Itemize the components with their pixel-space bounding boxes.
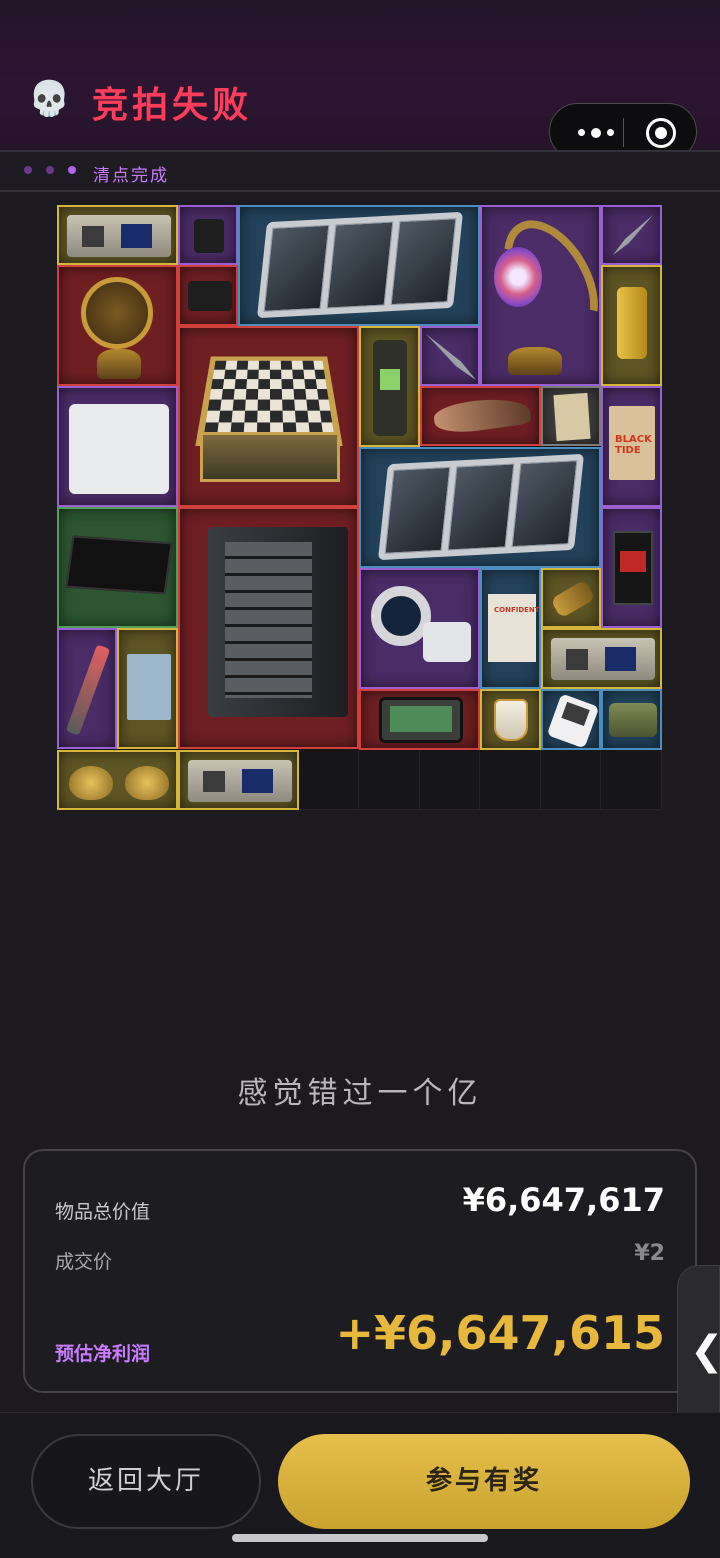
item-ration-can[interactable] xyxy=(601,689,662,750)
spearhead-icon xyxy=(426,334,476,380)
handheld-device-icon xyxy=(188,760,292,802)
scope-icon xyxy=(371,586,431,646)
can-icon xyxy=(609,703,657,737)
item-handheld-device[interactable] xyxy=(541,628,662,689)
back-to-lobby-button[interactable]: 返回大厅 xyxy=(31,1434,261,1529)
tablet-icon xyxy=(379,697,463,743)
item-confidential-file[interactable]: CONFIDENTIAL xyxy=(480,568,541,689)
target-icon[interactable] xyxy=(646,118,676,148)
chevron-left-icon: ❮ xyxy=(690,1328,720,1374)
page-title: 竞拍失败 xyxy=(92,85,253,126)
mp3-icon xyxy=(546,693,599,748)
item-handheld-device[interactable] xyxy=(57,205,178,265)
item-tablet[interactable] xyxy=(359,689,480,750)
item-chess-set[interactable] xyxy=(178,326,359,507)
battery-icon xyxy=(550,579,596,619)
item-claw-fossil[interactable] xyxy=(420,386,541,446)
status-bar: 清点完成 xyxy=(0,150,720,192)
handheld-device-icon xyxy=(67,215,171,257)
solar-panel-icon xyxy=(377,453,585,561)
item-mp3-player[interactable] xyxy=(541,689,601,750)
empty-slot xyxy=(601,750,662,810)
item-knife[interactable] xyxy=(601,205,662,265)
sphere-stand-icon xyxy=(97,349,141,379)
chess-box-icon xyxy=(200,432,340,482)
item-spotting-scope[interactable] xyxy=(359,568,480,689)
lamp-base-icon xyxy=(508,347,562,375)
empty-slot xyxy=(541,750,601,810)
deal-price-value: ¥2 xyxy=(634,1241,665,1266)
sunglasses-right-icon xyxy=(125,766,169,800)
item-moon-lamp[interactable] xyxy=(480,205,601,386)
item-centrifuge[interactable] xyxy=(57,386,178,507)
psu-icon xyxy=(65,535,173,595)
capsule-divider xyxy=(623,118,624,147)
centrifuge-icon xyxy=(69,404,169,494)
total-value: ¥6,647,617 xyxy=(462,1181,665,1219)
item-tactical-clip[interactable] xyxy=(178,205,238,265)
item-black-tide-book[interactable]: BLACK TIDE xyxy=(601,386,662,507)
notebook-icon xyxy=(127,654,171,720)
tagline: 感觉错过一个亿 xyxy=(237,1076,483,1111)
book-title-text: BLACK TIDE xyxy=(615,434,652,456)
profit-label: 预估净利润 xyxy=(55,1343,151,1365)
empty-slot xyxy=(480,750,541,810)
item-notebook[interactable] xyxy=(117,628,178,749)
join-reward-button[interactable]: 参与有奖 xyxy=(278,1434,690,1529)
item-armillary-sphere[interactable] xyxy=(57,265,178,386)
home-indicator[interactable] xyxy=(232,1534,488,1542)
armillary-sphere-icon xyxy=(81,277,153,349)
sunglasses-left-icon xyxy=(69,766,113,800)
file-icon: CONFIDENTIAL xyxy=(488,594,539,662)
item-porcelain-cup[interactable] xyxy=(480,689,541,750)
server-icon xyxy=(208,527,348,717)
item-pipe-wrench[interactable] xyxy=(57,628,117,749)
profit-value: +¥6,647,615 xyxy=(335,1306,665,1360)
meter-icon xyxy=(423,622,471,662)
pouch-icon xyxy=(613,531,653,605)
inventory-grid: BLACK TIDE CONFIDENTIAL xyxy=(57,205,662,810)
item-fuel-tank[interactable] xyxy=(601,265,662,386)
deal-price-label: 成交价 xyxy=(55,1251,113,1273)
header: 💀 竞拍失败 xyxy=(0,0,720,160)
item-wrist-strap[interactable] xyxy=(178,265,238,326)
lamp-icon xyxy=(494,247,542,307)
item-spearhead[interactable] xyxy=(420,326,480,386)
progress-dots xyxy=(24,166,76,174)
cup-icon xyxy=(494,699,528,741)
item-paper-note[interactable] xyxy=(541,386,601,446)
item-handheld-device[interactable] xyxy=(178,750,299,810)
tank-icon xyxy=(617,287,647,359)
paper-icon xyxy=(553,392,591,442)
knife-icon xyxy=(613,215,653,255)
empty-slot xyxy=(359,750,420,810)
wrench-icon xyxy=(65,644,111,736)
item-supply-pouch[interactable] xyxy=(601,507,662,628)
item-solar-panel[interactable] xyxy=(359,447,601,568)
item-sunglasses[interactable] xyxy=(57,750,178,810)
item-power-supply[interactable] xyxy=(57,507,178,628)
status-text: 清点完成 xyxy=(93,166,169,186)
skull-icon: 💀 xyxy=(28,79,71,119)
clip-icon xyxy=(194,219,224,253)
claw-icon xyxy=(432,393,532,437)
book-icon: BLACK TIDE xyxy=(609,406,655,480)
item-satellite-radio[interactable] xyxy=(359,326,420,447)
item-solar-panel[interactable] xyxy=(238,205,480,326)
item-server-rack[interactable] xyxy=(178,507,359,749)
handheld-device-icon xyxy=(551,638,655,680)
empty-slot xyxy=(299,750,359,810)
file-title-text: CONFIDENTIAL xyxy=(494,606,540,614)
strap-icon xyxy=(188,281,232,311)
empty-slot xyxy=(420,750,480,810)
radio-icon xyxy=(373,340,407,436)
solar-panel-icon xyxy=(256,211,464,319)
summary-card: 物品总价值 ¥6,647,617 成交价 ¥2 预估净利润 +¥6,647,61… xyxy=(23,1149,697,1393)
total-value-label: 物品总价值 xyxy=(55,1201,151,1223)
item-battery-cell[interactable] xyxy=(541,568,601,628)
